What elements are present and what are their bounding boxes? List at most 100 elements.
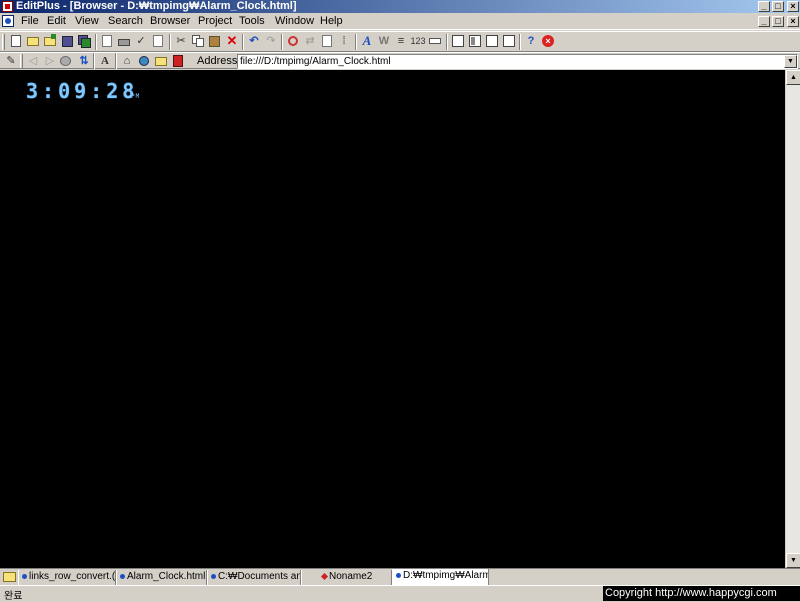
browser-toolbar: ✎ ◁ ▷ ⇅ A ⌂ Address file:///D:/tmpimg/Al…: [0, 52, 800, 69]
tab-links-row-convert[interactable]: links_row_convert.(: [18, 570, 116, 585]
toolbar-grip[interactable]: [2, 34, 5, 50]
browser-font-icon[interactable]: A: [97, 53, 113, 69]
html-file-icon: [22, 573, 27, 579]
menu-browser[interactable]: Browser: [150, 14, 190, 29]
doc-restore-button[interactable]: □: [772, 16, 784, 27]
menu-window[interactable]: Window: [275, 14, 314, 29]
tab-label: Alarm_Clock.html: [127, 571, 206, 582]
replace-icon[interactable]: ⇄: [302, 33, 318, 49]
editplus-app-icon[interactable]: [2, 1, 13, 12]
tab-label: links_row_convert.(: [29, 571, 116, 582]
main-toolbar: ✓ ✂ ✕ ↶ ↷ ⇄ ⁞ A W ≡ 123 ? ×: [0, 31, 800, 52]
window-title: EditPlus - [Browser - D:₩tmpimg₩Alarm_Cl…: [16, 0, 297, 12]
home-icon[interactable]: ⌂: [119, 53, 135, 69]
ruler-icon[interactable]: [427, 33, 443, 49]
stop-icon[interactable]: [58, 53, 74, 69]
html-file-icon: [120, 573, 125, 579]
document-tab-bar: links_row_convert.( Alarm_Clock.html C:₩…: [0, 568, 800, 585]
title-bar: EditPlus - [Browser - D:₩tmpimg₩Alarm_Cl…: [0, 0, 800, 13]
tab-label: C:₩Documents an: [218, 571, 301, 582]
favorites-icon[interactable]: [153, 53, 169, 69]
toolbar-separator: [281, 34, 283, 50]
doc-close-button[interactable]: ×: [787, 16, 799, 27]
indent-icon[interactable]: ≡: [393, 33, 409, 49]
bookmark-icon[interactable]: [170, 53, 186, 69]
address-value[interactable]: file:///D:/tmpimg/Alarm_Clock.html: [240, 55, 391, 68]
menu-view[interactable]: View: [75, 14, 99, 29]
toolbar-separator: [242, 34, 244, 50]
maximize-button[interactable]: □: [772, 1, 784, 12]
minimize-button[interactable]: _: [758, 1, 770, 12]
menu-project[interactable]: Project: [198, 14, 232, 29]
back-icon[interactable]: ◁: [25, 53, 41, 69]
toolbar-separator: [169, 34, 171, 50]
forward-icon[interactable]: ▷: [42, 53, 58, 69]
close-button[interactable]: ×: [787, 1, 799, 12]
scroll-down-button[interactable]: ▼: [786, 553, 800, 568]
page-icon[interactable]: [150, 33, 166, 49]
print-preview-icon[interactable]: [99, 33, 115, 49]
menu-bar: File Edit View Search Browser Project To…: [0, 13, 800, 30]
goto-icon[interactable]: [319, 33, 335, 49]
text-file-icon: [320, 572, 329, 580]
print-icon[interactable]: [116, 33, 132, 49]
menu-file[interactable]: File: [21, 14, 39, 29]
column-icon[interactable]: ⁞: [336, 33, 352, 49]
clip-icon[interactable]: [484, 33, 500, 49]
document-icon[interactable]: [2, 15, 14, 27]
toolbar-separator: [519, 34, 521, 50]
toolbar-separator: [446, 34, 448, 50]
output-icon[interactable]: [501, 33, 517, 49]
toolbar-separator: [93, 53, 95, 69]
directory-icon[interactable]: [467, 33, 483, 49]
tab-label: D:₩tmpimg₩Alarm: [403, 570, 489, 581]
undo-icon[interactable]: ↶: [246, 33, 262, 49]
open-remote-icon[interactable]: [42, 33, 58, 49]
browser-view[interactable]: 3:09:28 PM: [0, 70, 785, 568]
copy-icon[interactable]: [190, 33, 206, 49]
folder-icon[interactable]: [3, 572, 16, 582]
paste-icon[interactable]: [207, 33, 223, 49]
word-wrap-icon[interactable]: W: [376, 33, 392, 49]
spell-check-icon[interactable]: ✓: [133, 33, 149, 49]
open-icon[interactable]: [25, 33, 41, 49]
clock-time: 3:09:28: [26, 79, 139, 103]
pen-icon[interactable]: ✎: [3, 53, 19, 69]
redo-icon[interactable]: ↷: [263, 33, 279, 49]
menu-help[interactable]: Help: [320, 14, 343, 29]
font-icon[interactable]: A: [359, 33, 375, 49]
save-all-icon[interactable]: [76, 33, 92, 49]
browser-icon[interactable]: [450, 33, 466, 49]
doc-minimize-button[interactable]: _: [758, 16, 770, 27]
tab-label: Noname2: [329, 571, 373, 582]
cut-icon[interactable]: ✂: [173, 33, 189, 49]
address-input[interactable]: file:///D:/tmpimg/Alarm_Clock.html ▼: [237, 54, 798, 69]
address-dropdown-button[interactable]: ▼: [784, 55, 797, 68]
vertical-scrollbar[interactable]: ▲ ▼: [785, 70, 800, 568]
clock-ampm: PM: [131, 93, 141, 100]
new-file-icon[interactable]: [8, 33, 24, 49]
tab-alarm-clock[interactable]: Alarm_Clock.html: [116, 570, 207, 585]
close-doc-icon[interactable]: ×: [540, 33, 556, 49]
toolbar-grip[interactable]: [20, 54, 23, 68]
toolbar-separator: [95, 34, 97, 50]
tab-browser-active[interactable]: D:₩tmpimg₩Alarm: [392, 569, 489, 585]
menu-search[interactable]: Search: [108, 14, 143, 29]
toolbar-separator: [355, 34, 357, 50]
find-icon[interactable]: [285, 33, 301, 49]
tab-noname2[interactable]: Noname2: [301, 570, 392, 585]
menu-tools[interactable]: Tools: [239, 14, 265, 29]
line-number-icon[interactable]: 123: [410, 33, 426, 49]
html-file-icon: [211, 573, 216, 579]
html-file-icon: [396, 572, 401, 578]
scroll-up-button[interactable]: ▲: [786, 70, 800, 85]
tab-documents[interactable]: C:₩Documents an: [207, 570, 301, 585]
save-icon[interactable]: [59, 33, 75, 49]
help-icon[interactable]: ?: [523, 33, 539, 49]
refresh-icon[interactable]: ⇅: [76, 53, 92, 69]
address-label: Address: [197, 55, 238, 67]
toolbar-separator: [115, 53, 117, 69]
search-globe-icon[interactable]: [136, 53, 152, 69]
menu-edit[interactable]: Edit: [47, 14, 66, 29]
delete-icon[interactable]: ✕: [224, 33, 240, 49]
